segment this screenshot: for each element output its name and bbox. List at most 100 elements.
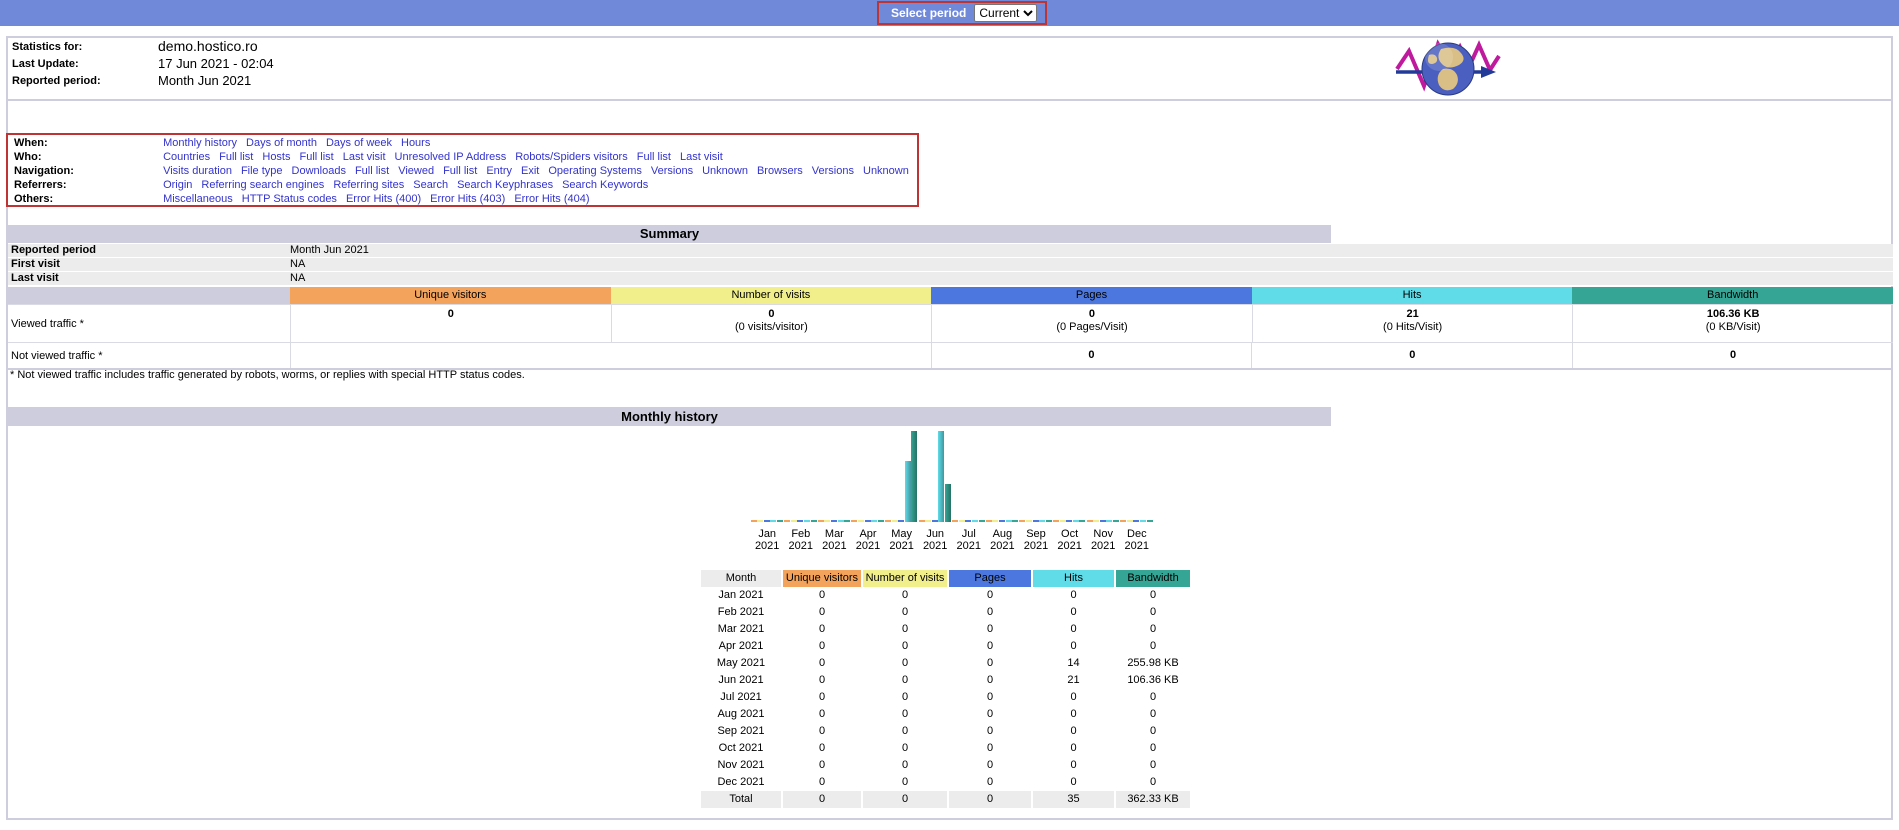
menu-label-navigation: Navigation: bbox=[14, 165, 74, 177]
viewed-traffic-label: Viewed traffic * bbox=[11, 317, 84, 330]
summary-info-label: First visit bbox=[11, 258, 60, 270]
menu-link[interactable]: Full list bbox=[300, 151, 334, 163]
menu-link[interactable]: Unknown bbox=[863, 165, 909, 177]
monthly-table-cell: 0 bbox=[1149, 640, 1157, 652]
chart-bar-hits bbox=[1039, 520, 1046, 522]
chart-bar-pages bbox=[1066, 520, 1073, 522]
monthly-table-cell: 0 bbox=[986, 776, 994, 788]
menu-link[interactable]: Last visit bbox=[343, 151, 386, 163]
chart-month-label: Jun 2021 bbox=[922, 528, 948, 552]
monthly-total-row: Total 0 0 0 35 362.33 KB bbox=[701, 791, 1192, 808]
chart-bar-hits bbox=[803, 520, 810, 522]
monthly-table-cell: Feb 2021 bbox=[717, 606, 765, 618]
menu-link[interactable]: Viewed bbox=[398, 165, 434, 177]
menu-link[interactable]: Full list bbox=[355, 165, 389, 177]
monthly-table-cell: 0 bbox=[1149, 742, 1157, 754]
monthly-table-cell: 0 bbox=[986, 691, 994, 703]
menu-link[interactable]: Entry bbox=[486, 165, 512, 177]
menu-link[interactable]: Search Keyphrases bbox=[457, 179, 553, 191]
menu-link[interactable]: Unresolved IP Address bbox=[395, 151, 507, 163]
monthly-table-cell: 0 bbox=[901, 640, 909, 652]
menu-link[interactable]: Operating Systems bbox=[548, 165, 642, 177]
menu-link[interactable]: Robots/Spiders visitors bbox=[515, 151, 628, 163]
menu-link[interactable]: Error Hits (400) bbox=[346, 193, 421, 205]
menu-link[interactable]: Days of month bbox=[246, 137, 317, 149]
summary-info-value: NA bbox=[290, 272, 306, 284]
monthly-table-cell: 0 bbox=[1070, 725, 1077, 737]
menu-link[interactable]: Unknown bbox=[702, 165, 748, 177]
monthly-history-section-title: Monthly history bbox=[8, 407, 1331, 426]
summary-info-label: Last visit bbox=[11, 272, 59, 284]
chart-bar-number-of-visits bbox=[1025, 520, 1032, 522]
menu-link[interactable]: Countries bbox=[163, 151, 210, 163]
monthly-table-row: Jul 2021 0 0 0 0 0 bbox=[701, 689, 1192, 706]
menu-link[interactable]: Full list bbox=[443, 165, 477, 177]
menu-link[interactable]: Full list bbox=[637, 151, 671, 163]
menu-link[interactable]: Miscellaneous bbox=[163, 193, 233, 205]
menu-link[interactable]: Exit bbox=[521, 165, 539, 177]
monthly-table-cell: 0 bbox=[818, 589, 826, 601]
menu-link[interactable]: Error Hits (403) bbox=[430, 193, 505, 205]
monthly-history-table-body: Jan 2021 0 0 0 0 0 Feb 2021 0 0 0 0 0 Mar 2021 0 0 0 0 0 A… bbox=[701, 587, 1192, 808]
menu-link[interactable]: Days of week bbox=[326, 137, 392, 149]
chart-bar-number-of-visits bbox=[1093, 520, 1100, 522]
monthly-table-cell: 0 bbox=[986, 742, 994, 754]
period-select[interactable]: Current bbox=[974, 4, 1038, 22]
menu-link[interactable]: Hosts bbox=[262, 151, 290, 163]
chart-bar-hits bbox=[1106, 520, 1113, 522]
menu-row-others: Others: Miscellaneous HTTP Status codes Er… bbox=[14, 193, 917, 207]
viewed-unique-visitors-cell: 0 bbox=[290, 305, 611, 342]
menu-link[interactable]: Last visit bbox=[680, 151, 723, 163]
monthly-table-cell: Jan 2021 bbox=[718, 589, 764, 601]
chart-bar-pages bbox=[763, 520, 770, 522]
report-menu: When: Monthly history Days of month Days o… bbox=[6, 133, 919, 207]
chart-bar-hits bbox=[904, 461, 911, 522]
chart-bar-number-of-visits bbox=[1126, 520, 1133, 522]
not-viewed-bandwidth-cell: 0 bbox=[1572, 343, 1893, 368]
monthly-table-cell: 0 bbox=[863, 791, 947, 808]
menu-link[interactable]: File type bbox=[241, 165, 283, 177]
menu-link[interactable]: Referring sites bbox=[333, 179, 404, 191]
menu-link[interactable]: Origin bbox=[163, 179, 192, 191]
monthly-table-row: Apr 2021 0 0 0 0 0 bbox=[701, 638, 1192, 655]
menu-link[interactable]: Error Hits (404) bbox=[514, 193, 589, 205]
menu-link[interactable]: Monthly history bbox=[163, 137, 237, 149]
viewed-number-of-visits-cell: 0 (0 visits/visitor) bbox=[610, 305, 932, 342]
menu-link[interactable]: Downloads bbox=[292, 165, 346, 177]
summary-info-value: NA bbox=[290, 258, 306, 270]
monthly-table-cell: Oct 2021 bbox=[718, 742, 764, 754]
viewed-bandwidth-cell: 106.36 KB (0 KB/Visit) bbox=[1572, 305, 1893, 342]
menu-link[interactable]: Versions bbox=[651, 165, 693, 177]
menu-link[interactable]: Referring search engines bbox=[201, 179, 324, 191]
menu-link[interactable]: Versions bbox=[812, 165, 854, 177]
monthly-table-cell: 0 bbox=[1070, 759, 1077, 771]
menu-link[interactable]: Full list bbox=[219, 151, 253, 163]
monthly-table-cell: 0 bbox=[818, 708, 826, 720]
summary-info-row: First visit NA bbox=[8, 258, 1893, 272]
chart-bar-bandwidth bbox=[1146, 520, 1153, 522]
monthly-table-cell: 0 bbox=[901, 776, 909, 788]
chart-bar-hits bbox=[1005, 520, 1012, 522]
monthly-table-cell: 255.98 KB bbox=[1127, 657, 1179, 669]
chart-bar-unique-visitors bbox=[884, 520, 891, 522]
menu-link[interactable]: Search Keywords bbox=[562, 179, 648, 191]
chart-bar-unique-visitors bbox=[784, 520, 791, 522]
chart-bar-hits bbox=[971, 520, 978, 522]
statistics-for-value: demo.hostico.ro bbox=[158, 38, 258, 54]
monthly-table-cell: 0 bbox=[1149, 759, 1157, 771]
chart-bar-pages bbox=[864, 520, 871, 522]
chart-bar-unique-visitors bbox=[1019, 520, 1026, 522]
menu-link[interactable]: HTTP Status codes bbox=[242, 193, 337, 205]
menu-link[interactable]: Hours bbox=[401, 137, 430, 149]
menu-link[interactable]: Browsers bbox=[757, 165, 803, 177]
summary-info-label: Reported period bbox=[11, 244, 96, 256]
monthly-table-cell: 0 bbox=[901, 657, 909, 669]
menu-link[interactable]: Search bbox=[413, 179, 448, 191]
reported-period-value: Month Jun 2021 bbox=[158, 73, 252, 88]
monthly-table-row: Feb 2021 0 0 0 0 0 bbox=[701, 604, 1192, 621]
monthly-table-cell: Mar 2021 bbox=[717, 623, 765, 635]
menu-link[interactable]: Visits duration bbox=[163, 165, 232, 177]
monthly-table-row: Oct 2021 0 0 0 0 0 bbox=[701, 740, 1192, 757]
monthly-table-cell: 0 bbox=[818, 657, 826, 669]
monthly-column-header: Pages bbox=[949, 570, 1031, 587]
